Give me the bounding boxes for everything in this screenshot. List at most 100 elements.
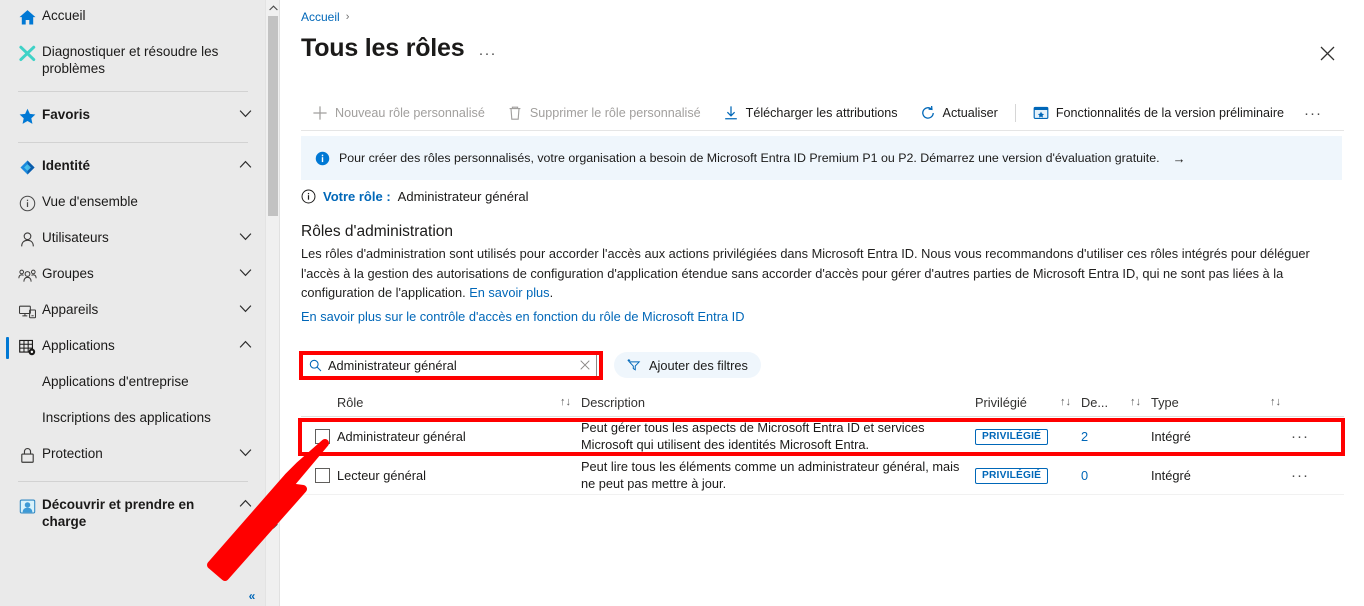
chevron-down-icon[interactable] <box>234 229 256 241</box>
table-header-de[interactable]: De... ↑↓ <box>1081 395 1151 410</box>
scrollbar-up-arrow[interactable] <box>266 0 280 16</box>
table-header-label: Rôle <box>337 394 364 410</box>
sidebar-item-favoris[interactable]: Favoris <box>0 99 266 135</box>
chevron-down-icon[interactable] <box>234 106 256 118</box>
row-role-name: Administrateur général <box>337 428 466 444</box>
toolbar-overflow-icon[interactable]: ··· <box>1299 99 1327 127</box>
sort-toggle-icon[interactable]: ↑↓ <box>1270 396 1281 408</box>
status-badge: PRIVILÉGIÉ <box>975 468 1049 484</box>
table-header-label: Privilégié <box>975 394 1027 410</box>
add-filter-icon <box>627 358 642 372</box>
sidebar-item-protection[interactable]: Protection <box>0 438 266 474</box>
table-header-privilegie[interactable]: Privilégié ↑↓ <box>975 395 1081 410</box>
close-icon[interactable] <box>1312 38 1342 68</box>
spacer-icon <box>12 373 42 374</box>
home-icon <box>12 7 42 27</box>
chevron-down-icon[interactable] <box>234 301 256 313</box>
search-clear-icon[interactable] <box>574 354 596 376</box>
sidebar-item-applications[interactable]: Applications <box>0 330 266 366</box>
grid-apps-icon <box>12 337 42 357</box>
add-filters-button[interactable]: Ajouter des filtres <box>614 352 761 378</box>
table-header-label: De... <box>1081 394 1109 410</box>
entra-diamond-icon <box>12 157 42 177</box>
search-box[interactable] <box>301 353 597 377</box>
title-row: Tous les rôles ··· <box>301 34 496 63</box>
toolbar-button-label: Fonctionnalités de la version préliminai… <box>1055 106 1285 120</box>
sidebar-item-label: Découvrir et prendre en charge <box>42 497 195 529</box>
toolbar-button-supprimer-role: Supprimer le rôle personnalisé <box>496 98 712 128</box>
sidebar-item-label: Applications d'entreprise <box>42 374 189 389</box>
table-header-label: Description <box>581 394 646 410</box>
toolbar-button-fonctionnalites-preview[interactable]: Fonctionnalités de la version préliminai… <box>1022 98 1295 128</box>
sidebar-item-identite[interactable]: Identité <box>0 150 266 186</box>
breadcrumb: Accueil › <box>301 10 349 24</box>
row-checkbox-cell <box>301 428 337 444</box>
sidebar-item-applications-entreprise[interactable]: Applications d'entreprise <box>0 366 266 402</box>
sort-toggle-icon[interactable]: ↑↓ <box>1130 396 1141 408</box>
table-row[interactable]: Administrateur général Peut gérer tous le… <box>301 417 1344 456</box>
sort-toggle-icon[interactable]: ↑↓ <box>560 396 571 408</box>
section-paragraph-period: . <box>549 285 554 300</box>
sidebar-item-inscriptions-applications[interactable]: Inscriptions des applications <box>0 402 266 438</box>
sidebar-item-label: Accueil <box>42 8 86 23</box>
breadcrumb-separator-icon: › <box>345 11 350 23</box>
scrollbar-thumb[interactable] <box>268 16 278 216</box>
en-savoir-plus-link[interactable]: En savoir plus <box>469 285 549 300</box>
sidebar-collapse-button[interactable]: « <box>240 588 264 604</box>
breadcrumb-item-accueil[interactable]: Accueil <box>301 10 340 24</box>
sort-toggle-icon[interactable]: ↑↓ <box>1060 396 1071 408</box>
toolbar-button-telecharger-attributions[interactable]: Télécharger les attributions <box>712 98 909 128</box>
sidebar-item-accueil[interactable]: Accueil <box>0 0 266 36</box>
sidebar-item-label: Identité <box>42 158 91 173</box>
toolbar-button-nouveau-role: Nouveau rôle personnalisé <box>301 98 496 128</box>
sidebar-item-diagnostiquer[interactable]: Diagnostiquer et résoudre les problèmes <box>0 36 266 84</box>
chevron-up-icon[interactable] <box>234 157 256 169</box>
scrollbar-down-arrow[interactable] <box>266 518 280 534</box>
sidebar: Accueil Diagnostiquer et résoudre les pro… <box>0 0 280 606</box>
table-header-description: Description <box>581 395 975 410</box>
sidebar-item-label: Utilisateurs <box>42 230 109 245</box>
toolbar-button-label: Télécharger les attributions <box>745 106 898 120</box>
chevron-none-icon <box>234 43 256 46</box>
chevron-up-icon[interactable] <box>234 496 256 508</box>
table-header-role[interactable]: Rôle ↑↓ <box>337 395 581 410</box>
sidebar-scrollbar[interactable] <box>265 0 280 606</box>
chevron-down-icon[interactable] <box>234 445 256 457</box>
row-assignment-count[interactable]: 0 <box>1081 468 1151 483</box>
toolbar-button-label: Supprimer le rôle personnalisé <box>529 106 701 120</box>
sidebar-item-appareils[interactable]: Appareils <box>0 294 266 330</box>
chevron-up-icon[interactable] <box>234 337 256 349</box>
star-icon <box>12 106 42 126</box>
table-header-type[interactable]: Type ↑↓ <box>1151 395 1291 410</box>
your-role-value: Administrateur général <box>397 189 529 204</box>
sidebar-item-groupes[interactable]: Groupes <box>0 258 266 294</box>
row-checkbox[interactable] <box>315 467 330 483</box>
status-badge: PRIVILÉGIÉ <box>975 429 1049 445</box>
table-body: Administrateur général Peut gérer tous le… <box>301 417 1344 495</box>
row-more-actions-icon[interactable]: ··· <box>1291 467 1341 484</box>
info-banner-arrow-icon[interactable]: → <box>1173 151 1186 166</box>
rbac-learn-more-link[interactable]: En savoir plus sur le contrôle d'accès e… <box>301 309 744 324</box>
sidebar-item-label: Inscriptions des applications <box>42 410 211 425</box>
search-input[interactable] <box>328 357 574 373</box>
row-checkbox[interactable] <box>315 428 330 444</box>
row-type: Intégré <box>1151 467 1191 483</box>
user-icon <box>12 229 42 249</box>
table-row[interactable]: Lecteur général Peut lire tous les élémen… <box>301 456 1344 495</box>
sidebar-item-vue-ensemble[interactable]: Vue d'ensemble <box>0 186 266 222</box>
toolbar-button-actualiser[interactable]: Actualiser <box>909 98 1009 128</box>
sidebar-item-label: Protection <box>42 446 103 461</box>
chevron-down-icon[interactable] <box>234 265 256 277</box>
chevron-none-icon <box>234 373 256 376</box>
page-title-more-icon[interactable]: ··· <box>478 35 496 62</box>
row-more-actions-icon[interactable]: ··· <box>1291 428 1341 445</box>
group-icon <box>12 265 42 285</box>
row-assignment-count[interactable]: 2 <box>1081 429 1151 444</box>
your-role-label: Votre rôle : <box>323 189 391 204</box>
page-title: Tous les rôles <box>301 34 465 62</box>
spacer-icon <box>12 409 42 410</box>
sidebar-item-decouvrir[interactable]: Découvrir et prendre en charge <box>0 489 266 537</box>
search-icon <box>309 359 322 372</box>
sidebar-item-utilisateurs[interactable]: Utilisateurs <box>0 222 266 258</box>
sidebar-item-label: Groupes <box>42 266 94 281</box>
